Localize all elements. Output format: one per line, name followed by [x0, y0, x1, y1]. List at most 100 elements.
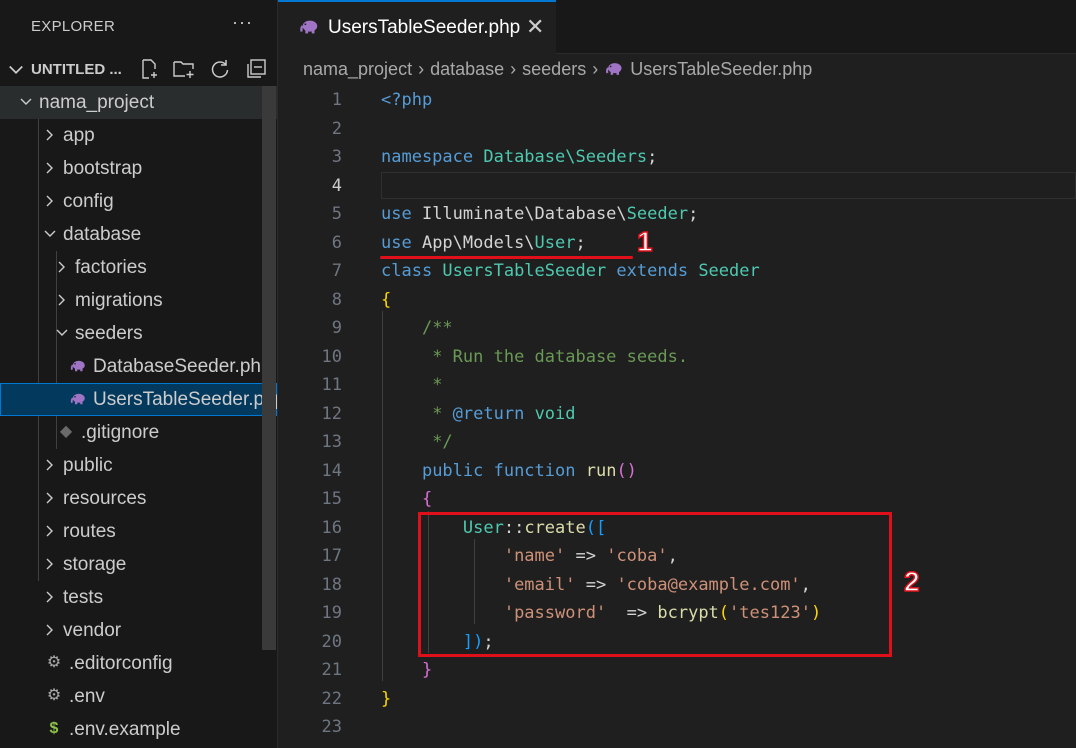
- code-token: public function: [421, 460, 586, 481]
- code-token: use: [381, 204, 422, 224]
- close-icon[interactable]: ✕: [526, 14, 544, 40]
- line-number: 11: [321, 375, 342, 395]
- code-token: */: [421, 432, 453, 452]
- tree-item[interactable]: seeders: [0, 317, 277, 350]
- tree-item-label: factories: [75, 257, 147, 278]
- chevron-down-icon: [9, 65, 23, 74]
- tree-item-label: .editorconfig: [69, 653, 173, 674]
- code-token: User: [534, 232, 576, 253]
- code-token: Database\Seeders: [483, 147, 648, 167]
- gear-icon: ⚙: [46, 687, 62, 704]
- code-token: ;: [575, 232, 586, 253]
- code-token: class: [381, 261, 443, 281]
- tree-item[interactable]: tests: [0, 581, 277, 614]
- chevron-right-icon: ›: [592, 58, 599, 79]
- tree-item[interactable]: bootstrap: [0, 152, 277, 185]
- code-line: * Run the database seeds.: [381, 347, 688, 367]
- tree-item[interactable]: routes: [0, 515, 277, 548]
- tree-item[interactable]: database: [0, 218, 277, 251]
- line-number: 17: [321, 546, 342, 566]
- tab-label: UsersTableSeeder.php: [328, 17, 521, 38]
- code-token: void: [534, 403, 576, 424]
- code-line: */: [381, 432, 453, 452]
- refresh-icon[interactable]: [208, 57, 232, 81]
- chevron-down-icon: [20, 98, 32, 105]
- chevron-right-icon: [46, 129, 53, 141]
- breadcrumb-item[interactable]: database: [430, 59, 504, 80]
- tab-users-table-seeder[interactable]: UsersTableSeeder.php ✕: [278, 0, 556, 54]
- line-number: 6: [331, 232, 342, 253]
- breadcrumb-item[interactable]: UsersTableSeeder.php: [630, 59, 812, 80]
- tree-item[interactable]: resources: [0, 482, 277, 515]
- chevron-down-icon: [44, 230, 56, 237]
- code-line: }: [381, 689, 391, 709]
- chevron-right-icon: [46, 195, 53, 207]
- tree-item[interactable]: ◆ .gitignore: [0, 416, 277, 449]
- line-number: 18: [321, 574, 342, 595]
- tree-item-label: vendor: [63, 620, 122, 641]
- tree-item-label: app: [63, 125, 95, 146]
- more-actions-icon[interactable]: ···: [232, 12, 253, 33]
- code-token: {: [421, 489, 433, 509]
- tree-item[interactable]: UsersTableSeeder.php: [0, 383, 277, 416]
- tree-item[interactable]: app: [0, 119, 277, 152]
- tree-item[interactable]: ⚙ .editorconfig: [0, 647, 277, 680]
- tree-item[interactable]: public: [0, 449, 277, 482]
- chevron-right-icon: [46, 525, 53, 537]
- new-folder-icon[interactable]: [172, 57, 196, 81]
- sidebar-scrollbar[interactable]: [262, 86, 276, 650]
- tree-item-label: config: [63, 191, 114, 212]
- workspace-header[interactable]: UNTITLED ...: [0, 53, 277, 86]
- code-token: ;: [647, 147, 658, 167]
- code-line: class UsersTableSeeder extends Seeder: [381, 261, 760, 281]
- line-number: 10: [321, 346, 342, 367]
- new-file-icon[interactable]: [137, 57, 161, 81]
- collapse-all-icon[interactable]: [244, 57, 268, 81]
- tree-item[interactable]: $ .env.example: [0, 713, 277, 746]
- code-line: *: [381, 375, 442, 395]
- line-number: 3: [331, 147, 342, 167]
- chevron-right-icon: [46, 558, 53, 570]
- chevron-right-icon: [58, 261, 65, 273]
- code-token: Seeder: [626, 204, 689, 224]
- breadcrumb-item[interactable]: nama_project: [303, 59, 412, 80]
- code-token: (): [616, 460, 637, 481]
- tree-item[interactable]: migrations: [0, 284, 277, 317]
- line-number: 1: [331, 90, 342, 110]
- chevron-right-icon: [46, 492, 53, 504]
- tree-item[interactable]: nama_project: [0, 86, 277, 119]
- breadcrumb-item[interactable]: seeders: [522, 59, 586, 80]
- tree-item-label: .env: [69, 686, 105, 707]
- code-token: @return: [452, 403, 535, 424]
- line-number: 14: [321, 460, 342, 481]
- tree-item-label: database: [63, 224, 142, 245]
- code-token: run: [585, 460, 617, 481]
- code-line: }: [381, 660, 432, 680]
- tree-item[interactable]: config: [0, 185, 277, 218]
- tree-item[interactable]: DatabaseSeeder.php: [0, 350, 277, 383]
- code-token: *: [421, 403, 453, 424]
- line-number: 9: [331, 318, 342, 338]
- tree-item[interactable]: factories: [0, 251, 277, 284]
- line-number: 16: [321, 517, 342, 538]
- line-number: 8: [331, 289, 342, 310]
- explorer-title: EXPLORER: [31, 18, 116, 35]
- gear-icon: ⚙: [46, 654, 62, 671]
- tree-item[interactable]: storage: [0, 548, 277, 581]
- tree-item[interactable]: vendor: [0, 614, 277, 647]
- line-number: 4: [331, 175, 342, 196]
- current-line-highlight: [381, 172, 1076, 199]
- code-line: * @return void: [381, 403, 576, 424]
- line-number: 7: [331, 261, 342, 281]
- code-line: use App\Models\User;: [381, 233, 586, 253]
- line-number: 21: [321, 660, 342, 680]
- tree-item[interactable]: ⚙ .env: [0, 680, 277, 713]
- chevron-right-icon: ›: [418, 58, 425, 79]
